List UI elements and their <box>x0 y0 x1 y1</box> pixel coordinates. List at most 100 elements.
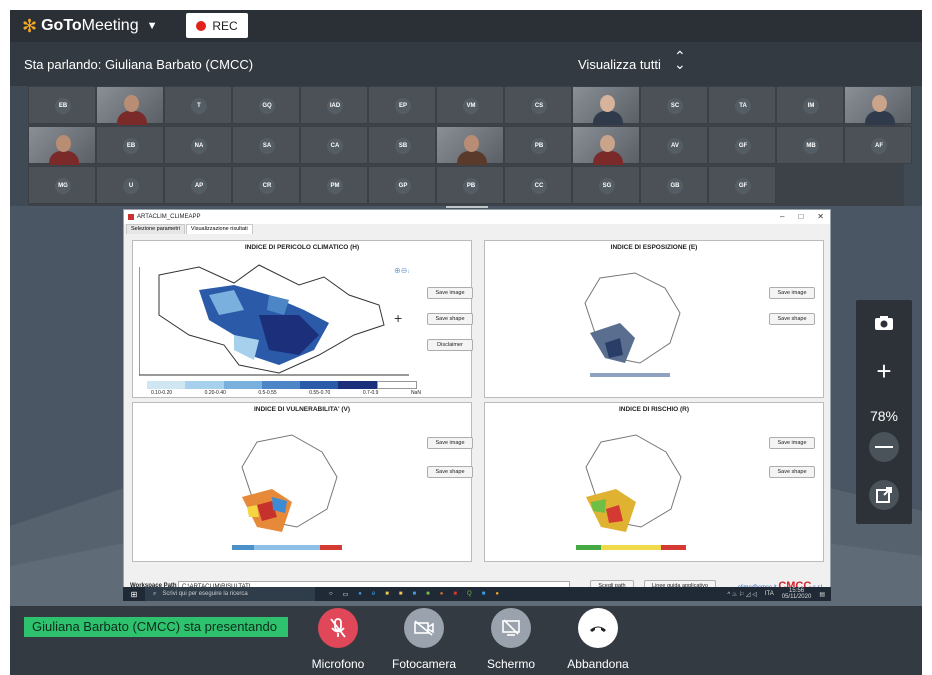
participant-tile[interactable]: CS <box>504 86 572 124</box>
participant-tile[interactable]: EB <box>96 126 164 164</box>
participant-tile[interactable]: TA <box>708 86 776 124</box>
participant-tile[interactable]: PM <box>300 166 368 204</box>
participant-tile[interactable]: IM <box>776 86 844 124</box>
participant-initials: GF <box>735 138 751 154</box>
tab-selezione-parametri[interactable]: Selezione parametri <box>126 224 185 234</box>
participant-tile[interactable]: GP <box>368 166 436 204</box>
gotomeeting-logo[interactable]: ✻ GoTo Meeting ▼ <box>22 16 157 36</box>
participant-tile[interactable]: AP <box>164 166 232 204</box>
participant-tile[interactable]: EB <box>28 86 96 124</box>
record-button[interactable]: REC <box>186 13 248 38</box>
participant-tile[interactable]: GF <box>708 126 776 164</box>
top-bar: ✻ GoTo Meeting ▼ REC <box>10 10 922 42</box>
close-icon[interactable]: ✕ <box>817 212 824 221</box>
participant-initials: NA <box>191 138 207 154</box>
participant-tile[interactable]: PB <box>504 126 572 164</box>
screen-off-icon <box>502 619 520 636</box>
task-view-icon[interactable]: ▭ <box>343 591 349 598</box>
screen-button[interactable] <box>491 608 531 648</box>
app-icon-green[interactable]: ■ <box>426 591 430 598</box>
flower-logo-icon: ✻ <box>22 15 38 36</box>
hazard-save-image-button[interactable]: Save image <box>427 287 473 299</box>
participant-initials: PM <box>327 178 343 194</box>
participant-tile[interactable]: AF <box>844 126 912 164</box>
notifications-icon[interactable]: ▤ <box>819 591 825 598</box>
taskbar-search[interactable]: ⌕ Scrivi qui per eseguire la ricerca <box>145 587 315 601</box>
participant-initials: AP <box>191 178 207 194</box>
zoom-out-icon[interactable] <box>869 432 899 462</box>
participant-tile[interactable]: CC <box>504 166 572 204</box>
hazard-disclaimer-button[interactable]: Disclaimer <box>427 339 473 351</box>
participant-initials: CC <box>531 178 547 194</box>
app-icon-red[interactable]: ■ <box>453 591 457 598</box>
vulnerability-map <box>217 417 357 559</box>
participant-video-tile[interactable] <box>436 126 504 165</box>
participant-tile[interactable]: MG <box>28 166 96 204</box>
app-icon-blue[interactable]: ■ <box>413 591 417 598</box>
grid-resize-handle[interactable] <box>446 206 488 208</box>
chevron-down-icon[interactable]: ▼ <box>147 20 158 32</box>
explorer-icon[interactable]: ■ <box>385 591 389 598</box>
participant-tile[interactable]: AV <box>640 126 708 164</box>
participant-tile[interactable]: T <box>164 86 232 124</box>
edge-icon[interactable]: ● <box>358 591 362 598</box>
participant-video-tile[interactable] <box>844 86 912 125</box>
participant-tile[interactable]: SB <box>368 126 436 164</box>
windows-start-icon[interactable]: ⊞ <box>123 590 145 599</box>
risk-save-shape-button[interactable]: Save shape <box>769 466 815 478</box>
participant-video-tile[interactable] <box>28 126 96 165</box>
participant-initials: CA <box>327 138 343 154</box>
chrome-icon[interactable]: ● <box>440 591 444 598</box>
active-speaker-text: Sta parlando: Giuliana Barbato (CMCC) <box>24 57 254 72</box>
language-indicator[interactable]: ITA <box>765 591 774 597</box>
app-tabs: Selezione parametri Visualizzazione risu… <box>124 224 830 234</box>
participant-tile[interactable]: U <box>96 166 164 204</box>
microphone-button[interactable] <box>318 608 358 648</box>
vulnerability-save-shape-button[interactable]: Save shape <box>427 466 473 478</box>
record-dot-icon <box>196 20 207 31</box>
gotomeeting-task-icon[interactable]: ● <box>495 591 499 598</box>
participant-initials: PB <box>531 138 547 154</box>
view-all-button[interactable]: Visualizza tutti <box>578 57 661 72</box>
tab-visualizzazione-risultati[interactable]: Visualizzazione risultati <box>185 224 253 234</box>
participant-tile[interactable]: GB <box>640 166 708 204</box>
ie-icon[interactable]: e <box>372 591 375 598</box>
participant-tile[interactable]: NA <box>164 126 232 164</box>
camera-button[interactable] <box>404 608 444 648</box>
app-icon-img[interactable]: ■ <box>482 591 486 598</box>
risk-save-image-button[interactable]: Save image <box>769 437 815 449</box>
participant-video-tile[interactable] <box>572 86 640 125</box>
zoom-in-icon[interactable]: + <box>869 356 899 386</box>
participant-tile[interactable]: MB <box>776 126 844 164</box>
participant-tile[interactable]: SG <box>572 166 640 204</box>
minimize-icon[interactable]: – <box>780 212 784 221</box>
participant-tile[interactable]: PB <box>436 166 504 204</box>
participant-video-tile[interactable] <box>572 126 640 165</box>
participant-tile[interactable]: GF <box>708 166 776 204</box>
snapshot-camera-icon[interactable] <box>869 308 899 338</box>
store-icon[interactable]: ■ <box>399 591 403 598</box>
expand-chevron-icon[interactable]: ⌃ ⌄ <box>674 49 686 71</box>
cortana-icon[interactable]: ○ <box>329 591 333 598</box>
app-icon-q[interactable]: Q <box>467 591 472 598</box>
popout-icon[interactable] <box>869 480 899 510</box>
participant-tile[interactable]: EP <box>368 86 436 124</box>
vulnerability-save-image-button[interactable]: Save image <box>427 437 473 449</box>
participant-video-tile[interactable] <box>96 86 164 125</box>
maximize-icon[interactable]: □ <box>798 212 803 221</box>
clock[interactable]: 15:56 05/11/2020 <box>782 588 812 600</box>
participant-tile[interactable]: SA <box>232 126 300 164</box>
exposure-save-shape-button[interactable]: Save shape <box>769 313 815 325</box>
participant-tile[interactable]: CA <box>300 126 368 164</box>
participant-initials: TA <box>735 98 751 114</box>
participant-tile[interactable]: GQ <box>232 86 300 124</box>
participant-tile[interactable]: CR <box>232 166 300 204</box>
participant-tile[interactable]: IAD <box>300 86 368 124</box>
tray-icons[interactable]: ^ ♨ ⚐ ◿ ◁ <box>727 591 756 598</box>
participant-tile[interactable]: VM <box>436 86 504 124</box>
participant-tile[interactable]: SC <box>640 86 708 124</box>
hazard-save-shape-button[interactable]: Save shape <box>427 313 473 325</box>
exposure-save-image-button[interactable]: Save image <box>769 287 815 299</box>
leave-button[interactable] <box>578 608 618 648</box>
svg-text:+: + <box>394 310 402 326</box>
